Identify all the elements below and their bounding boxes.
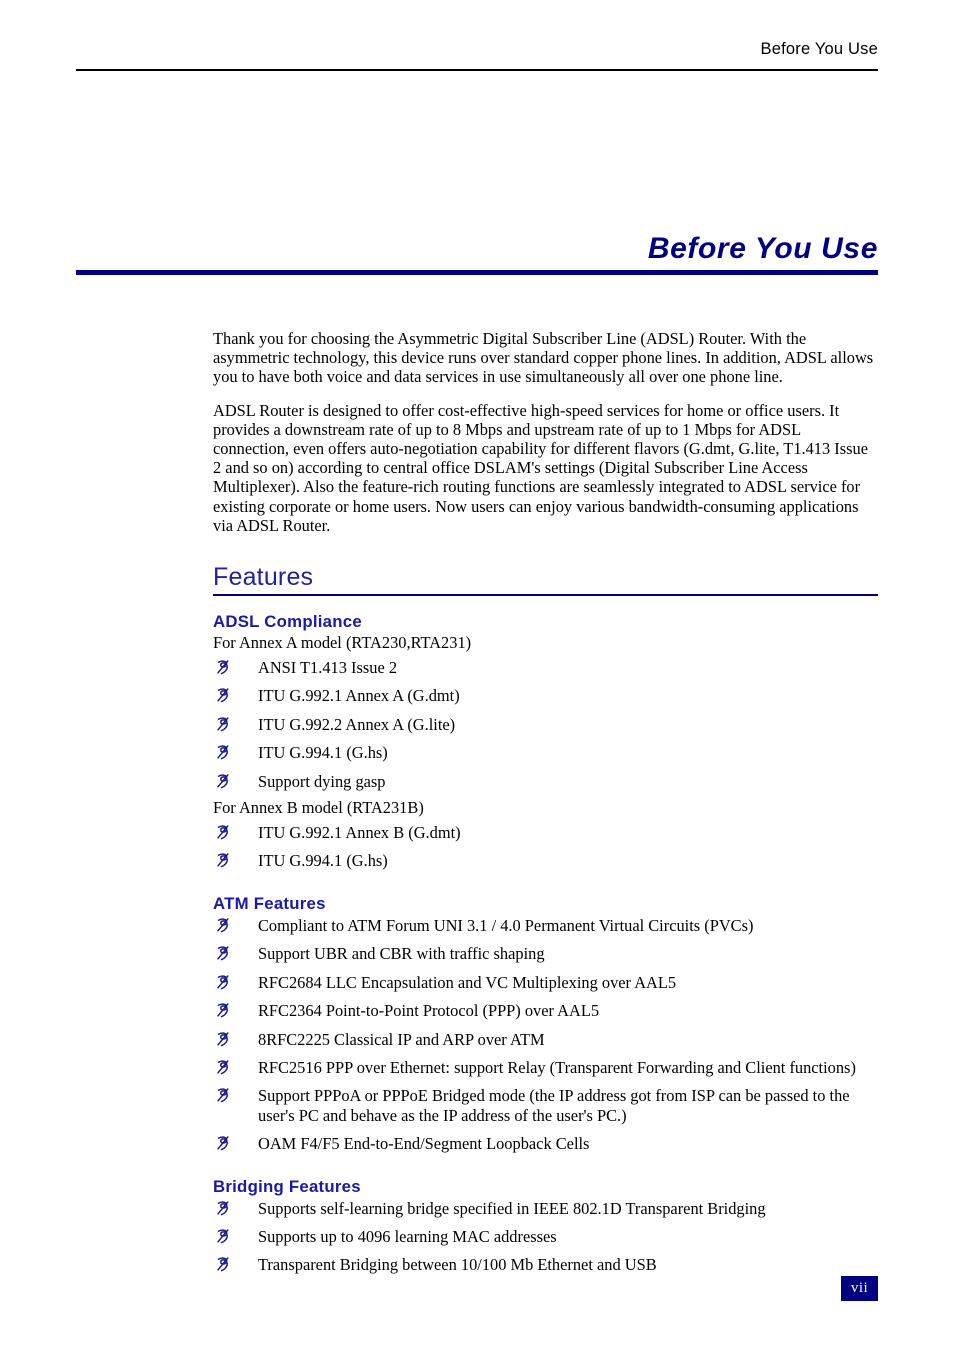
list-item-text: Transparent Bridging between 10/100 Mb E…	[258, 1255, 657, 1275]
list-item-text: ITU G.994.1 (G.hs)	[258, 743, 388, 763]
adsl-annex-b-lead: For Annex B model (RTA231B)	[213, 798, 424, 818]
list-item-text: OAM F4/F5 End-to-End/Segment Loopback Ce…	[258, 1134, 590, 1154]
features-divider	[213, 594, 878, 597]
list-item: 8RFC2225 Classical IP and ARP over ATM	[213, 1030, 878, 1049]
intro-paragraph-1: Thank you for choosing the Asymmetric Di…	[213, 329, 874, 387]
list-item: ITU G.994.1 (G.hs)	[213, 851, 878, 870]
list-item: Supports self-learning bridge specified …	[213, 1199, 878, 1218]
list-item: Transparent Bridging between 10/100 Mb E…	[213, 1255, 878, 1274]
list-item-text: 8RFC2225 Classical IP and ARP over ATM	[258, 1029, 545, 1049]
list-item-text: Supports up to 4096 learning MAC address…	[258, 1226, 557, 1246]
list-item: Support PPPoA or PPPoE Bridged mode (the…	[213, 1086, 878, 1125]
page-number-badge: vii	[841, 1276, 878, 1301]
wingding-pen-bullet-icon	[214, 852, 234, 870]
adsl-annex-a-list: ANSI T1.413 Issue 2 ITU G.992.1 Annex A …	[213, 658, 878, 791]
wingding-pen-bullet-icon	[214, 659, 234, 677]
wingding-pen-bullet-icon	[214, 687, 234, 705]
list-item-text: RFC2364 Point-to-Point Protocol (PPP) ov…	[258, 1001, 600, 1021]
list-item: ITU G.992.2 Annex A (G.lite)	[213, 715, 878, 734]
wingding-pen-bullet-icon	[214, 1200, 234, 1218]
list-item-text: Support dying gasp	[258, 771, 386, 791]
adsl-annex-a-lead: For Annex A model (RTA230,RTA231)	[213, 633, 472, 653]
list-item: RFC2684 LLC Encapsulation and VC Multipl…	[213, 973, 878, 992]
wingding-pen-bullet-icon	[214, 974, 234, 992]
wingding-pen-bullet-icon	[214, 1135, 234, 1153]
list-item: OAM F4/F5 End-to-End/Segment Loopback Ce…	[213, 1134, 878, 1153]
list-item-text: Compliant to ATM Forum UNI 3.1 / 4.0 Per…	[258, 915, 754, 935]
list-item-text: RFC2684 LLC Encapsulation and VC Multipl…	[258, 972, 677, 992]
running-header: Before You Use	[760, 40, 878, 58]
list-item: Compliant to ATM Forum UNI 3.1 / 4.0 Per…	[213, 916, 878, 935]
wingding-pen-bullet-icon	[214, 1228, 234, 1246]
atm-features-list: Compliant to ATM Forum UNI 3.1 / 4.0 Per…	[213, 916, 878, 1154]
page-title: Before You Use	[647, 232, 878, 265]
list-item-text: ANSI T1.413 Issue 2	[258, 658, 398, 678]
list-item: ITU G.992.1 Annex B (G.dmt)	[213, 823, 878, 842]
list-item-text: ITU G.992.1 Annex B (G.dmt)	[258, 823, 461, 843]
wingding-pen-bullet-icon	[214, 824, 234, 842]
wingding-pen-bullet-icon	[214, 1002, 234, 1020]
adsl-annex-b-list: ITU G.992.1 Annex B (G.dmt) ITU G.994.1 …	[213, 823, 878, 871]
wingding-pen-bullet-icon	[214, 1031, 234, 1049]
content-column: Thank you for choosing the Asymmetric Di…	[213, 329, 878, 1275]
list-item-text: Support PPPoA or PPPoE Bridged mode (the…	[258, 1086, 850, 1125]
list-item-text: ITU G.992.1 Annex A (G.dmt)	[258, 686, 460, 706]
subheading-atm-features: ATM Features	[213, 893, 326, 913]
list-item: Support UBR and CBR with traffic shaping	[213, 944, 878, 963]
list-item: Supports up to 4096 learning MAC address…	[213, 1227, 878, 1246]
features-heading: Features	[213, 563, 314, 592]
wingding-pen-bullet-icon	[214, 1256, 234, 1274]
list-item-text: Supports self-learning bridge specified …	[258, 1198, 766, 1218]
subheading-bridging-features: Bridging Features	[213, 1176, 361, 1196]
list-item: ITU G.992.1 Annex A (G.dmt)	[213, 686, 878, 705]
list-item-text: ITU G.992.2 Annex A (G.lite)	[258, 714, 456, 734]
list-item: ANSI T1.413 Issue 2	[213, 658, 878, 677]
list-item: ITU G.994.1 (G.hs)	[213, 743, 878, 762]
wingding-pen-bullet-icon	[214, 945, 234, 963]
list-item: Support dying gasp	[213, 772, 878, 791]
title-divider	[76, 270, 878, 275]
wingding-pen-bullet-icon	[214, 917, 234, 935]
wingding-pen-bullet-icon	[214, 773, 234, 791]
wingding-pen-bullet-icon	[214, 1059, 234, 1077]
list-item-text: ITU G.994.1 (G.hs)	[258, 851, 388, 871]
subheading-adsl-compliance: ADSL Compliance	[213, 612, 362, 632]
list-item: RFC2364 Point-to-Point Protocol (PPP) ov…	[213, 1001, 878, 1020]
wingding-pen-bullet-icon	[214, 1087, 234, 1105]
header-divider	[76, 69, 878, 71]
wingding-pen-bullet-icon	[214, 716, 234, 734]
bridging-features-list: Supports self-learning bridge specified …	[213, 1199, 878, 1275]
list-item: RFC2516 PPP over Ethernet: support Relay…	[213, 1058, 878, 1077]
intro-paragraph-2: ADSL Router is designed to offer cost-ef…	[213, 400, 868, 535]
list-item-text: Support UBR and CBR with traffic shaping	[258, 944, 545, 964]
list-item-text: RFC2516 PPP over Ethernet: support Relay…	[258, 1057, 856, 1077]
document-page: Before You Use Before You Use Thank you …	[0, 0, 954, 1351]
wingding-pen-bullet-icon	[214, 744, 234, 762]
